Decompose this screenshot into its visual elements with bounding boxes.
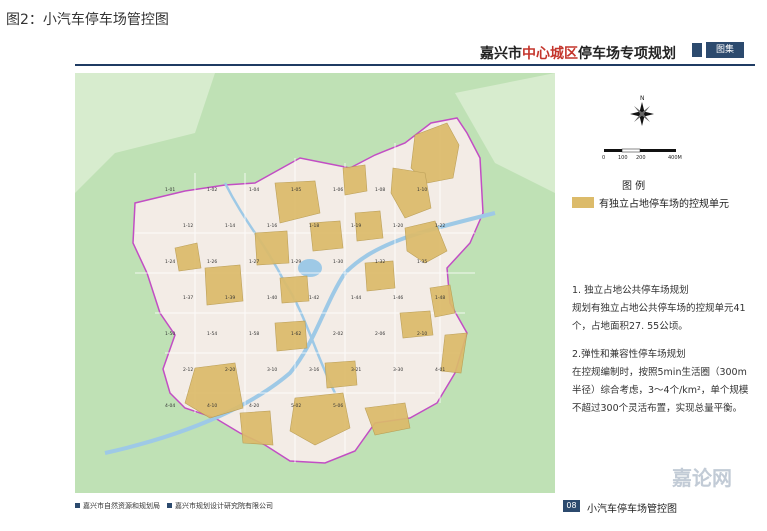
unit-code-label: 2-20 xyxy=(225,367,235,373)
unit-code-label: 1-27 xyxy=(249,259,259,265)
note-2-body: 在控规编制时，按照5min生活圈（300m半径）综合考虑，3～4个/km²，单个… xyxy=(572,367,749,414)
unit-code-label: 1-29 xyxy=(291,259,301,265)
scale-bar: 0 100 200 400M xyxy=(602,148,682,161)
unit-code-label: 5-06 xyxy=(333,403,343,409)
city-map: 1-01 1-02 1-04 1-05 1-06 1-08 1-10 1-12 1-14 1-16… xyxy=(75,73,555,493)
unit-code-label: 1-22 xyxy=(435,223,445,229)
lake xyxy=(298,259,322,277)
parking-unit xyxy=(342,164,368,196)
unit-code-label: 1-48 xyxy=(435,295,445,301)
legend-label: 有独立占地停车场的控规单元 xyxy=(599,199,729,210)
scale-label: 100 xyxy=(618,155,628,161)
footer-bullet xyxy=(167,503,172,508)
parking-unit xyxy=(324,360,358,389)
unit-code-label: 1-14 xyxy=(225,223,235,229)
note-1-body: 规划有独立占地公共停车场的控规单元41个，占地面积27. 55公顷。 xyxy=(572,303,746,332)
scale-segment xyxy=(604,149,622,152)
scale-label: 200 xyxy=(636,155,646,161)
unit-code-label: 4-20 xyxy=(249,403,259,409)
unit-code-label: 1-44 xyxy=(351,295,361,301)
legend-swatch xyxy=(572,197,594,208)
unit-code-label: 1-05 xyxy=(291,187,301,193)
title-prefix: 嘉兴市 xyxy=(480,46,522,62)
scale-segment xyxy=(621,148,641,153)
unit-code-label: 1-19 xyxy=(351,223,361,229)
unit-code-label: 3-16 xyxy=(309,367,319,373)
scale-segment xyxy=(640,149,676,152)
note-2-title: 2.弹性和兼容性停车场规划 xyxy=(572,349,686,360)
unit-code-label: 1-62 xyxy=(291,331,301,337)
parking-unit xyxy=(174,242,202,272)
unit-code-label: 1-24 xyxy=(165,259,175,265)
unit-code-label: 1-26 xyxy=(207,259,217,265)
unit-code-label: 2-10 xyxy=(417,331,427,337)
unit-code-label: 3-21 xyxy=(351,367,361,373)
unit-code-label: 3-30 xyxy=(393,367,403,373)
unit-code-label: 4-10 xyxy=(207,403,217,409)
watermark-logo: 嘉论网 xyxy=(672,466,732,490)
scale-label: 400M xyxy=(668,155,682,161)
unit-code-label: 1-01 xyxy=(165,187,175,193)
legend-title: 图 例 xyxy=(622,181,646,192)
unit-code-label: 1-08 xyxy=(375,187,385,193)
title-highlight: 中心城区 xyxy=(522,46,578,62)
unit-code-label: 1-46 xyxy=(393,295,403,301)
footer-org-2-text: 嘉兴市规划设计研究院有限公司 xyxy=(175,502,273,510)
unit-code-label: 1-54 xyxy=(207,331,217,337)
footer-title: 小汽车停车场管控图 xyxy=(587,504,677,515)
atlas-tag: 图集 xyxy=(706,42,744,58)
parking-unit xyxy=(364,260,396,292)
unit-code-label: 2-02 xyxy=(333,331,343,337)
parking-unit xyxy=(239,410,274,446)
unit-code-label: 3-10 xyxy=(267,367,277,373)
planning-notes: 1. 独立占地公共停车场规划 规划有独立占地公共停车场的控规单元41个，占地面积… xyxy=(572,282,752,418)
unit-code-label: 1-04 xyxy=(249,187,259,193)
unit-code-label: 1-35 xyxy=(417,259,427,265)
north-letter: N xyxy=(640,95,645,102)
unit-code-label: 5-02 xyxy=(291,403,301,409)
title-suffix: 停车场专项规划 xyxy=(578,46,676,62)
unit-code-label: 1-37 xyxy=(183,295,193,301)
note-1-title: 1. 独立占地公共停车场规划 xyxy=(572,285,689,296)
unit-code-label: 1-39 xyxy=(225,295,235,301)
unit-code-label: 1-18 xyxy=(309,223,319,229)
map-title: 嘉兴市中心城区停车场专项规划 xyxy=(480,43,676,63)
unit-code-label: 1-40 xyxy=(267,295,277,301)
header-rule xyxy=(75,64,755,66)
parking-unit xyxy=(204,264,244,306)
unit-code-label: 1-58 xyxy=(249,331,259,337)
unit-code-label: 1-16 xyxy=(267,223,277,229)
unit-code-label: 1-50 xyxy=(165,331,175,337)
parking-unit xyxy=(279,275,310,304)
footer-bullet xyxy=(75,503,80,508)
unit-code-label: 4-01 xyxy=(435,367,445,373)
unit-code-label: 1-06 xyxy=(333,187,343,193)
page-number: 08 xyxy=(563,500,580,512)
unit-code-label: 1-42 xyxy=(309,295,319,301)
unit-code-label: 1-12 xyxy=(183,223,193,229)
unit-code-label: 1-32 xyxy=(375,259,385,265)
figure-caption: 图2：小汽车停车场管控图 xyxy=(6,12,169,28)
unit-code-label: 2-06 xyxy=(375,331,385,337)
footer-org-2: 嘉兴市规划设计研究院有限公司 xyxy=(167,501,273,511)
unit-code-label: 1-30 xyxy=(333,259,343,265)
unit-code-label: 1-10 xyxy=(417,187,427,193)
unit-code-label: 1-02 xyxy=(207,187,217,193)
unit-code-label: 4-04 xyxy=(165,403,175,409)
tag-block xyxy=(692,43,702,57)
footer-org-1-text: 嘉兴市自然资源和规划局 xyxy=(83,502,160,510)
compass-rose: N xyxy=(630,95,654,126)
scale-label: 0 xyxy=(602,155,605,161)
unit-code-label: 1-20 xyxy=(393,223,403,229)
unit-code-label: 2-12 xyxy=(183,367,193,373)
parking-unit xyxy=(254,230,290,266)
footer-org-1: 嘉兴市自然资源和规划局 xyxy=(75,501,160,511)
